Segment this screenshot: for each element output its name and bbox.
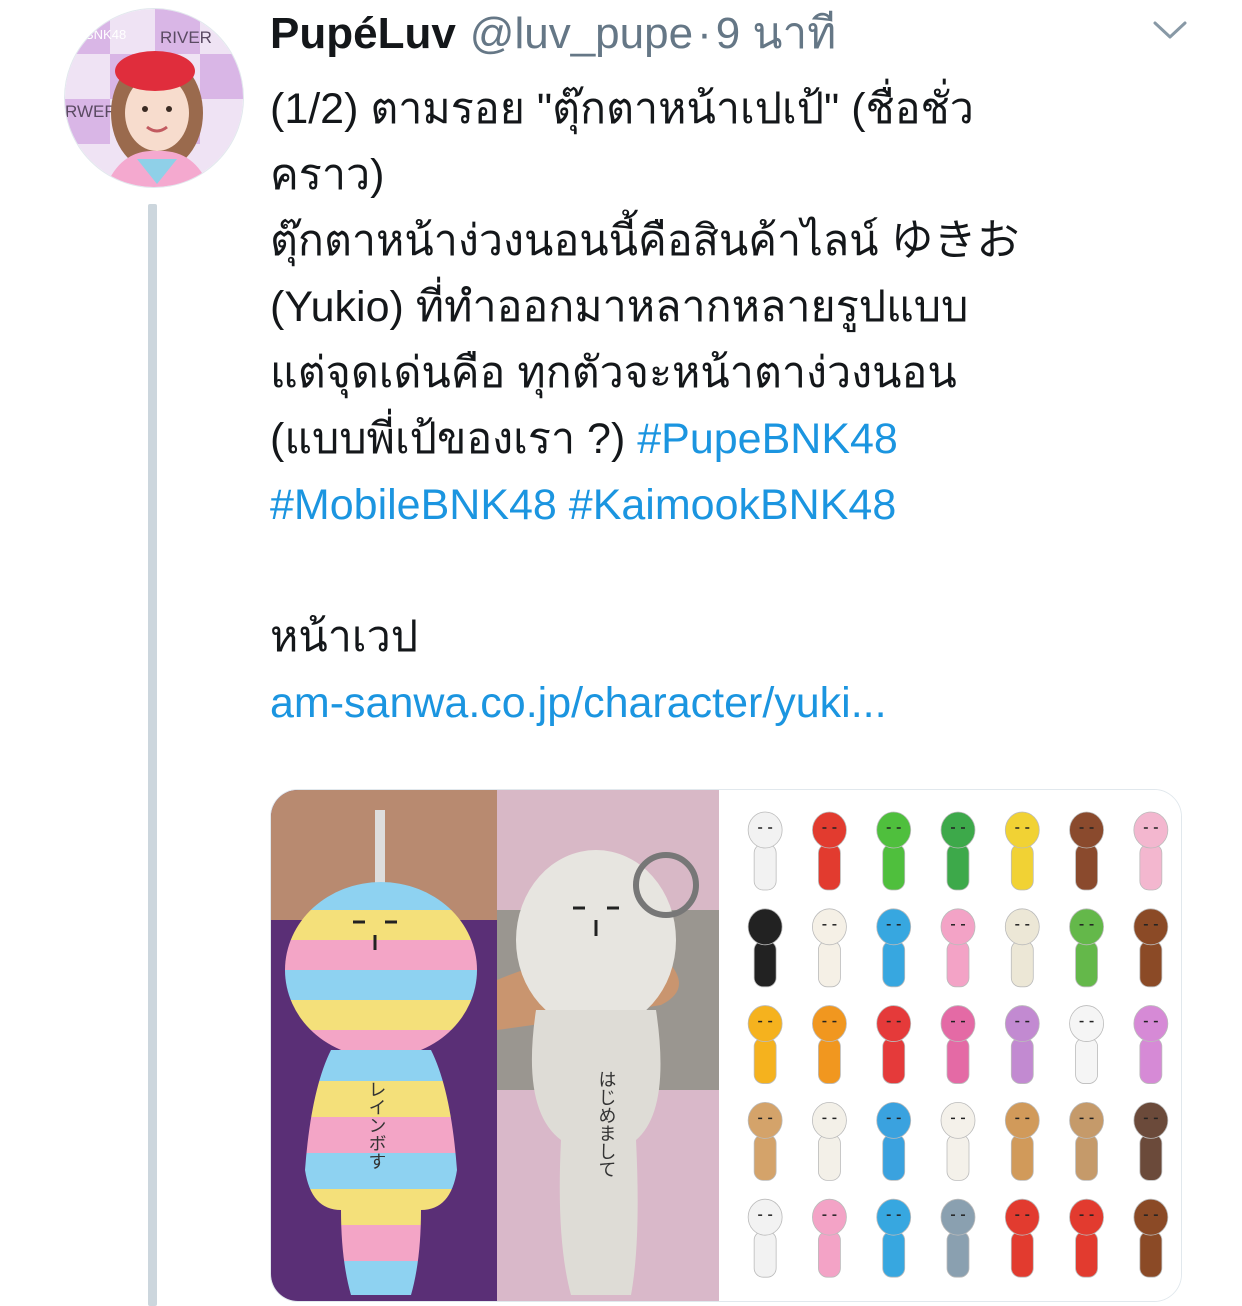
- photo-dolls-lineup-image: [747, 811, 1169, 1278]
- avatar-text-river: RIVER: [160, 28, 212, 47]
- website-label: หน้าเวป: [270, 613, 419, 661]
- tweet-header: PupéLuv @luv_pupe · 9 นาที: [270, 6, 836, 62]
- tweet-media[interactable]: レインボす はじめまして: [270, 789, 1182, 1302]
- doll-figure: [876, 908, 912, 988]
- doll-figure: [940, 1101, 976, 1181]
- doll-figure: [812, 811, 847, 891]
- doll-figure: [876, 1005, 912, 1084]
- tweet-text-line-6-text: (แบบพี่เป้ของเรา ?): [270, 415, 638, 463]
- display-name[interactable]: PupéLuv: [270, 6, 456, 62]
- tweet-text-line-3: ตุ๊กตาหน้าง่วงนอนนี้คือสินค้าไลน์ ゆきお: [270, 217, 1020, 265]
- avatar[interactable]: RIVER RWER BNK48: [64, 8, 244, 188]
- photo-dolls-lineup[interactable]: [733, 790, 1181, 1301]
- doll-figure: [1133, 1005, 1169, 1084]
- timestamp[interactable]: 9 นาที: [716, 6, 836, 62]
- photo-dolls-closeup[interactable]: レインボす はじめまして: [271, 790, 719, 1301]
- doll-figure: [1069, 811, 1104, 891]
- doll-figure: [1004, 1005, 1040, 1084]
- doll-figure: [1133, 908, 1169, 988]
- tweet-text-line-4: (Yukio) ที่ทำออกมาหลากหลายรูปแบบ: [270, 283, 969, 331]
- doll-figure: [1004, 1101, 1040, 1181]
- doll-figure: [747, 1101, 783, 1181]
- doll-figure: [747, 811, 783, 891]
- doll-figure: [940, 1005, 976, 1084]
- tweet-menu-button[interactable]: [1152, 18, 1188, 42]
- doll-figure: [812, 908, 847, 988]
- avatar-text-rwer: RWER: [65, 102, 117, 121]
- tweet-text-line-5: แต่จุดเด่นคือ ทุกตัวจะหน้าตาง่วงนอน: [270, 349, 957, 397]
- doll-figure: [1004, 811, 1040, 891]
- doll-figure: [1069, 908, 1104, 988]
- tweet-text-line-6: (แบบพี่เป้ของเรา ?) #PupeBNK48: [270, 406, 1200, 472]
- tweet-text: (1/2) ตามรอย "ตุ๊กตาหน้าเปเป้" (ชื่อชั่ว…: [270, 76, 1200, 736]
- doll-figure: [1069, 1005, 1104, 1084]
- chevron-down-icon: [1153, 21, 1187, 39]
- hashtag-mobile[interactable]: #MobileBNK48: [270, 481, 557, 529]
- rainbow-doll-label: レインボす: [366, 1080, 387, 1170]
- doll-figure: [1133, 1101, 1169, 1181]
- photo-dolls-closeup-image: レインボす はじめまして: [271, 790, 719, 1301]
- doll-figure: [747, 1005, 783, 1084]
- hashtag-pupe[interactable]: #PupeBNK48: [637, 415, 898, 463]
- tweet-text-line-7: #MobileBNK48 #KaimookBNK48: [270, 472, 1200, 538]
- doll-figure: [1004, 908, 1040, 988]
- thread-line: [148, 204, 157, 1306]
- white-doll-label: はじめまして: [596, 1070, 617, 1178]
- tweet-text-line-1: (1/2) ตามรอย "ตุ๊กตาหน้าเปเป้" (ชื่อชั่ว: [270, 85, 974, 133]
- doll-figure: [1069, 1101, 1104, 1181]
- doll-figure: [747, 1198, 783, 1278]
- doll-figure: [1069, 1198, 1104, 1278]
- doll-figure: [747, 908, 783, 988]
- doll-figure: [1133, 811, 1169, 891]
- separator-dot: ·: [697, 9, 712, 58]
- doll-figure: [940, 908, 976, 988]
- doll-figure: [876, 1101, 912, 1181]
- doll-figure: [876, 811, 912, 891]
- avatar-text-bnk: BNK48: [85, 27, 126, 42]
- website-link[interactable]: am-sanwa.co.jp/character/yuki...: [270, 670, 1200, 736]
- doll-figure: [812, 1005, 847, 1084]
- user-handle[interactable]: @luv_pupe: [470, 6, 693, 62]
- doll-figure: [940, 811, 976, 891]
- doll-figure: [1133, 1198, 1169, 1278]
- avatar-image: RIVER RWER BNK48: [65, 9, 243, 187]
- tweet-text-line-2: คราว): [270, 151, 385, 199]
- doll-figure: [812, 1198, 847, 1278]
- hashtag-kaimook[interactable]: #KaimookBNK48: [569, 481, 896, 529]
- doll-figure: [1004, 1198, 1040, 1278]
- doll-figure: [876, 1198, 912, 1278]
- doll-figure: [812, 1101, 847, 1181]
- doll-figure: [940, 1198, 976, 1278]
